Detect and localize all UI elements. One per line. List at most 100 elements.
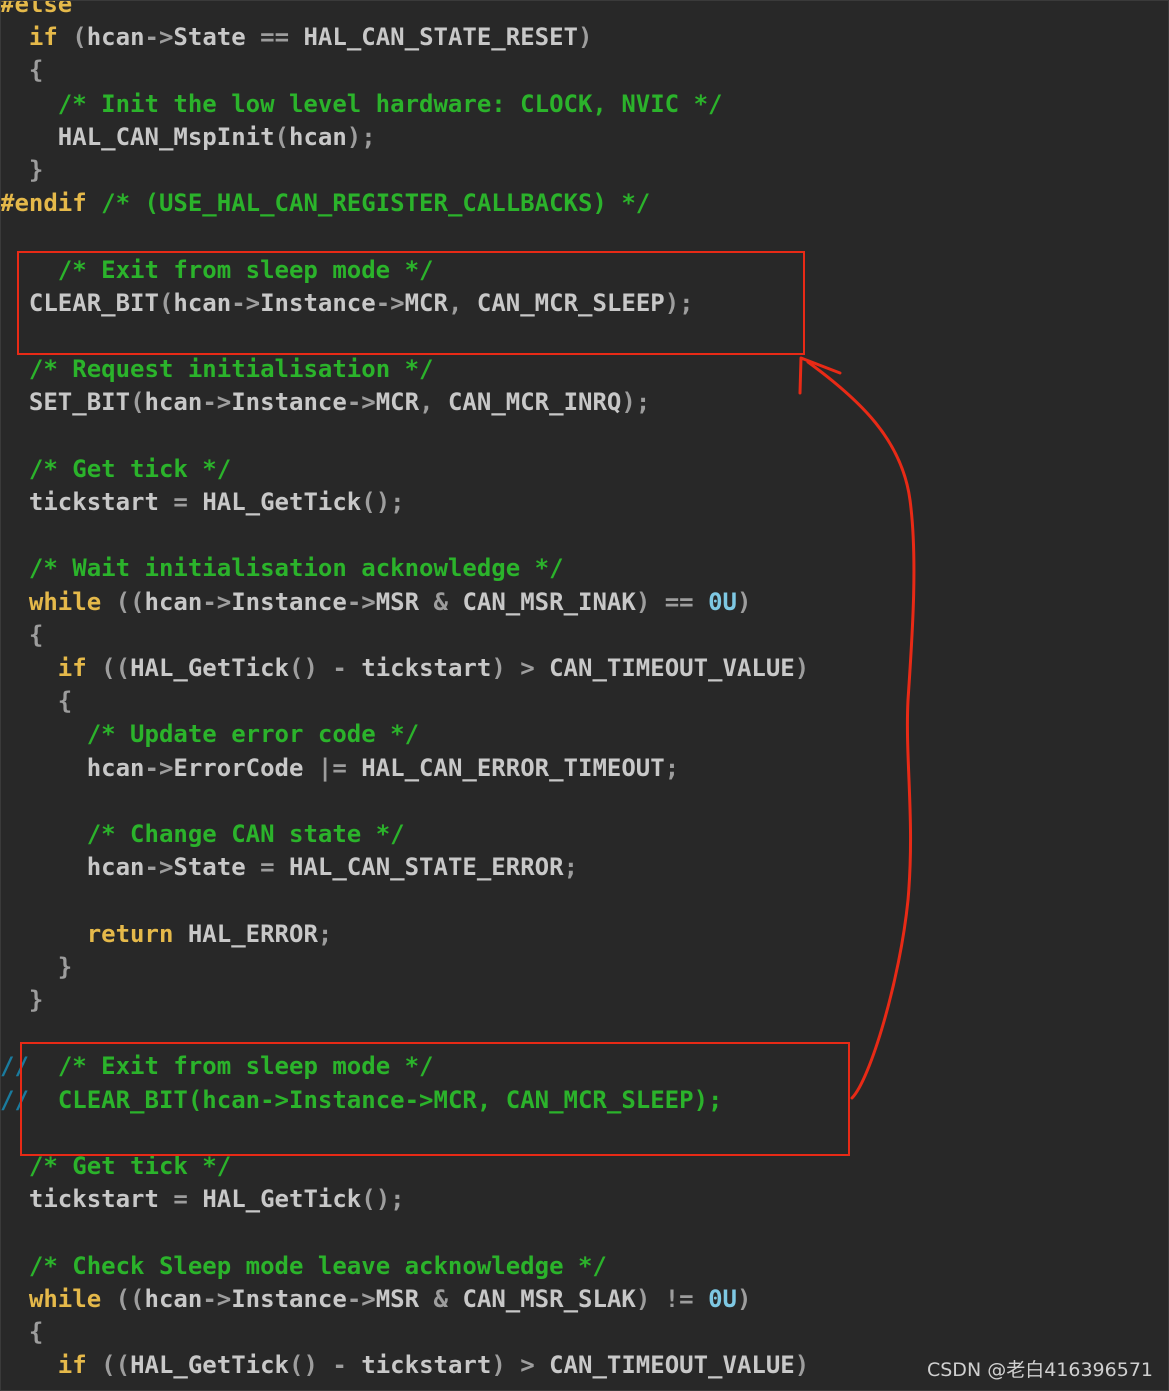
code-token: CAN_MCR_INRQ [447,388,622,417]
code-token: { [28,1318,44,1346]
code-line: tickstart = HAL_GetTick(); [0,1183,405,1216]
code-token: -> [144,853,174,882]
code-line: while ((hcan->Instance->MSR & CAN_MSR_IN… [0,586,752,619]
code-token: Instance [231,587,347,616]
code-token: & [419,1284,463,1313]
code-keyword: if [57,654,87,682]
code-editor[interactable]: #else if (hcan->State == HAL_CAN_STATE_R… [0,0,1169,1391]
code-token: hcan [144,587,203,616]
code-comment: /* Check Sleep mode leave acknowledge */ [28,1251,607,1280]
code-token: tickstart [28,488,159,516]
code-token: (); [361,488,405,516]
code-token: 0U [708,1284,737,1313]
code-token: ) [736,587,752,616]
code-token: // [0,1052,29,1081]
code-comment: CLEAR_BIT(hcan->Instance->MCR, CAN_MCR_S… [57,1085,723,1114]
code-token: Instance [231,1284,347,1313]
code-token: } [57,952,73,981]
code-token: -> [346,587,376,616]
code-token: CAN_TIMEOUT_VALUE [549,1351,795,1380]
code-comment: /* Wait initialisation acknowledge */ [28,554,564,583]
code-token: , [419,388,448,417]
code-line: // /* Exit from sleep mode */ [0,1050,434,1083]
code-token: ); [664,288,694,317]
code-token: ( [158,288,174,317]
code-token: HAL_CAN_ERROR_TIMEOUT [361,753,665,782]
code-comment: /* Exit from sleep mode */ [57,1052,434,1081]
code-comment: /* Init the low level hardware: CLOCK, N… [57,89,723,118]
code-line: { [0,1316,43,1349]
code-comment: /* (USE_HAL_CAN_REGISTER_CALLBACKS) */ [101,189,651,218]
code-token: hcan [144,1284,203,1313]
code-token: State [173,853,246,882]
code-line: } [0,951,72,984]
code-token: MSR [375,1284,420,1313]
code-comment: /* Change CAN state */ [86,820,405,848]
code-token: hcan [173,288,232,317]
code-keyword: return [86,919,174,948]
code-token: hcan [86,753,145,782]
code-token: ; [664,753,680,782]
code-line: /* Exit from sleep mode */ [0,254,434,287]
code-token: HAL_GetTick [130,654,290,682]
code-keyword: while [28,587,102,616]
code-line: { [0,685,72,718]
code-token: ) > [491,1351,550,1380]
code-token: ); [621,388,651,417]
code-line: /* Request initialisation */ [0,353,434,386]
code-keyword: #endif [0,189,87,218]
code-token: tickstart [361,654,492,682]
code-token: ) != [635,1284,709,1313]
code-token: ) [794,654,810,682]
code-token: hcan [144,388,203,417]
code-comment: /* Update error code */ [86,720,420,749]
code-token: (( [86,1351,131,1380]
code-token: { [28,56,44,85]
code-token: -> [375,288,405,317]
code-line: while ((hcan->Instance->MSR & CAN_MSR_SL… [0,1283,752,1316]
code-line: #endif /* (USE_HAL_CAN_REGISTER_CALLBACK… [0,187,650,220]
code-token: ) > [491,654,550,682]
code-token: MSR [375,587,420,616]
code-line: SET_BIT(hcan->Instance->MCR, CAN_MCR_INR… [0,386,650,419]
code-line: hcan->State = HAL_CAN_STATE_ERROR; [0,851,578,884]
code-token: == [245,23,304,52]
code-line: // CLEAR_BIT(hcan->Instance->MCR, CAN_MC… [0,1084,722,1117]
code-token: -> [346,1284,376,1313]
code-token: hcan [86,23,145,52]
code-token: , [447,288,477,317]
code-token: () - [289,654,362,682]
code-line: /* Init the low level hardware: CLOCK, N… [0,88,723,121]
code-line: HAL_CAN_MspInit(hcan); [0,121,376,154]
code-token: ) [794,1351,810,1380]
code-token: CAN_MSR_INAK [462,587,636,616]
code-token: |= [303,753,362,782]
code-keyword: if [57,1351,87,1380]
code-token: -> [144,23,174,52]
code-token: Instance [231,388,347,417]
code-token: = [245,853,290,882]
code-token: hcan [289,122,347,151]
code-token: ; [563,853,579,882]
code-token: -> [144,753,174,782]
code-line: CLEAR_BIT(hcan->Instance->MCR, CAN_MCR_S… [0,287,694,320]
code-token: & [419,587,463,616]
